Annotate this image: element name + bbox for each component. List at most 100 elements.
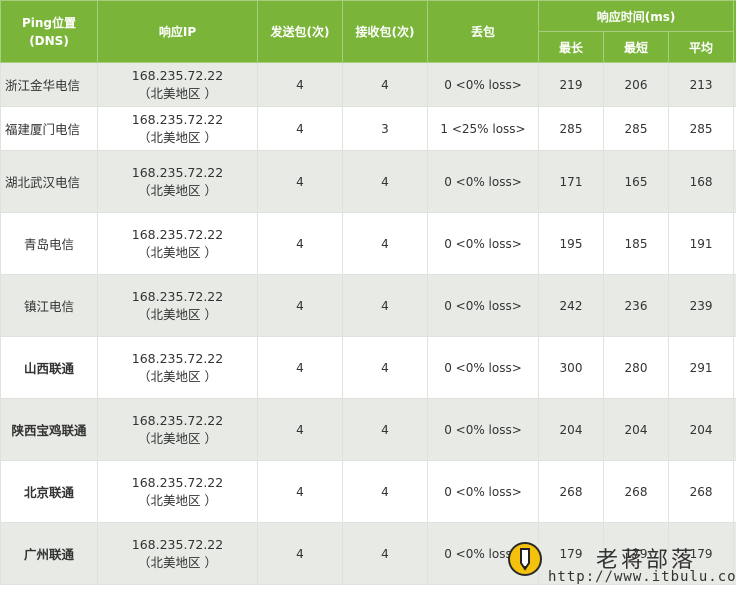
cell-ip-address: 168.235.72.22 — [131, 67, 224, 83]
header-location-line2: (DNS) — [29, 33, 69, 48]
cell-ip: 168.235.72.22 （北美地区 ） — [97, 398, 258, 461]
table-row: 福建厦门电信 168.235.72.22 （北美地区 ） 4 3 1 <25% loss>… — [0, 106, 736, 151]
table-row: 湖北武汉电信 168.235.72.22 （北美地区 ） 4 4 0 <0% loss> 1… — [0, 150, 736, 213]
cell-ip-address: 168.235.72.22 — [131, 288, 224, 304]
cell-min: 204 — [603, 398, 669, 461]
header-location: Ping位置 (DNS) — [0, 0, 98, 63]
cell-ip-region: （北美地区 ） — [138, 492, 217, 508]
watermark: 老蒋部落 http://www.itbulu.com — [508, 542, 736, 587]
cell-location: 浙江金华电信 — [0, 62, 98, 107]
cell-min: 280 — [603, 336, 669, 399]
cell-received: 4 — [342, 62, 428, 107]
cell-received: 4 — [342, 460, 428, 523]
cell-max: 242 — [538, 274, 604, 337]
cell-ip-address: 168.235.72.22 — [131, 226, 224, 242]
cell-ip: 168.235.72.22 （北美地区 ） — [97, 460, 258, 523]
cell-ip: 168.235.72.22 （北美地区 ） — [97, 336, 258, 399]
cell-received: 4 — [342, 336, 428, 399]
cell-max: 195 — [538, 212, 604, 275]
cell-ip: 168.235.72.22 （北美地区 ） — [97, 522, 258, 585]
cell-max: 204 — [538, 398, 604, 461]
cell-sent: 4 — [257, 336, 343, 399]
cell-lost: 0 <0% loss> — [427, 336, 539, 399]
cell-sent: 4 — [257, 522, 343, 585]
cell-max: 285 — [538, 106, 604, 151]
cell-ip: 168.235.72.22 （北美地区 ） — [97, 274, 258, 337]
cell-min: 165 — [603, 150, 669, 213]
cell-location: 北京联通 — [0, 460, 98, 523]
cell-lost: 1 <25% loss> — [427, 106, 539, 151]
cell-received: 4 — [342, 522, 428, 585]
cell-sent: 4 — [257, 212, 343, 275]
cell-received: 4 — [342, 274, 428, 337]
cell-received: 4 — [342, 212, 428, 275]
cell-ip-address: 168.235.72.22 — [131, 474, 224, 490]
header-response-time: 响应时间(ms) — [537, 0, 735, 32]
cell-avg: 291 — [667, 336, 735, 399]
cell-location: 湖北武汉电信 — [0, 150, 98, 213]
cell-received: 4 — [342, 150, 428, 213]
header-max: 最长 — [538, 31, 604, 63]
cell-sent: 4 — [257, 62, 343, 107]
table-row: 镇江电信 168.235.72.22 （北美地区 ） 4 4 0 <0% loss> 242… — [0, 274, 736, 337]
table-row: 陕西宝鸡联通 168.235.72.22 （北美地区 ） 4 4 0 <0% loss> 2… — [0, 398, 736, 461]
cell-lost: 0 <0% loss> — [427, 460, 539, 523]
cell-avg: 213 — [667, 62, 735, 107]
cell-ip: 168.235.72.22 （北美地区 ） — [97, 212, 258, 275]
watermark-url: http://www.itbulu.com — [548, 569, 736, 585]
cell-max: 300 — [538, 336, 604, 399]
cell-received: 3 — [342, 106, 428, 151]
cell-avg: 204 — [667, 398, 735, 461]
table-row: 北京联通 168.235.72.22 （北美地区 ） 4 4 0 <0% loss> 268… — [0, 460, 736, 523]
cell-ip-region: （北美地区 ） — [138, 306, 217, 322]
cell-received: 4 — [342, 398, 428, 461]
cell-sent: 4 — [257, 106, 343, 151]
cell-ip-address: 168.235.72.22 — [131, 164, 224, 180]
cell-sent: 4 — [257, 150, 343, 213]
cell-sent: 4 — [257, 460, 343, 523]
cell-lost: 0 <0% loss> — [427, 150, 539, 213]
cell-ip-region: （北美地区 ） — [138, 129, 217, 145]
cell-location: 青岛电信 — [0, 212, 98, 275]
ping-results-table: Ping位置 (DNS) 响应IP 发送包(次) 接收包(次) 丢包 响应时间(… — [0, 0, 736, 585]
cell-ip-address: 168.235.72.22 — [131, 412, 224, 428]
cell-avg: 285 — [667, 106, 735, 151]
cell-min: 185 — [603, 212, 669, 275]
cell-location: 镇江电信 — [0, 274, 98, 337]
table-row: 山西联通 168.235.72.22 （北美地区 ） 4 4 0 <0% loss> 300… — [0, 336, 736, 399]
cell-ip-region: （北美地区 ） — [138, 244, 217, 260]
cell-lost: 0 <0% loss> — [427, 212, 539, 275]
cell-ip-region: （北美地区 ） — [138, 554, 217, 570]
cell-location: 陕西宝鸡联通 — [0, 398, 98, 461]
cell-ip: 168.235.72.22 （北美地区 ） — [97, 106, 258, 151]
cell-sent: 4 — [257, 398, 343, 461]
cell-ip-address: 168.235.72.22 — [131, 350, 224, 366]
cell-sent: 4 — [257, 274, 343, 337]
cell-max: 171 — [538, 150, 604, 213]
cell-ip-region: （北美地区 ） — [138, 182, 217, 198]
cell-location: 福建厦门电信 — [0, 106, 98, 151]
cell-avg: 168 — [667, 150, 735, 213]
table-row: 浙江金华电信 168.235.72.22 （北美地区 ） 4 4 0 <0% loss> 2… — [0, 62, 736, 107]
header-received: 接收包(次) — [342, 0, 428, 63]
cell-ip-region: （北美地区 ） — [138, 85, 217, 101]
cell-ip-region: （北美地区 ） — [138, 368, 217, 384]
cell-lost: 0 <0% loss> — [427, 274, 539, 337]
cell-ip-address: 168.235.72.22 — [131, 111, 224, 127]
cell-avg: 268 — [667, 460, 735, 523]
cell-ip: 168.235.72.22 （北美地区 ） — [97, 62, 258, 107]
cell-ip-region: （北美地区 ） — [138, 430, 217, 446]
header-ip: 响应IP — [97, 0, 258, 63]
pencil-logo-icon — [508, 542, 542, 576]
cell-avg: 239 — [667, 274, 735, 337]
cell-location: 广州联通 — [0, 522, 98, 585]
header-lost: 丢包 — [427, 0, 539, 63]
cell-min: 285 — [603, 106, 669, 151]
cell-lost: 0 <0% loss> — [427, 398, 539, 461]
cell-location: 山西联通 — [0, 336, 98, 399]
header-sent: 发送包(次) — [257, 0, 343, 63]
table-row: 青岛电信 168.235.72.22 （北美地区 ） 4 4 0 <0% loss> 195… — [0, 212, 736, 275]
cell-ip: 168.235.72.22 （北美地区 ） — [97, 150, 258, 213]
header-location-line1: Ping位置 — [21, 15, 77, 30]
cell-ip-address: 168.235.72.22 — [131, 536, 224, 552]
